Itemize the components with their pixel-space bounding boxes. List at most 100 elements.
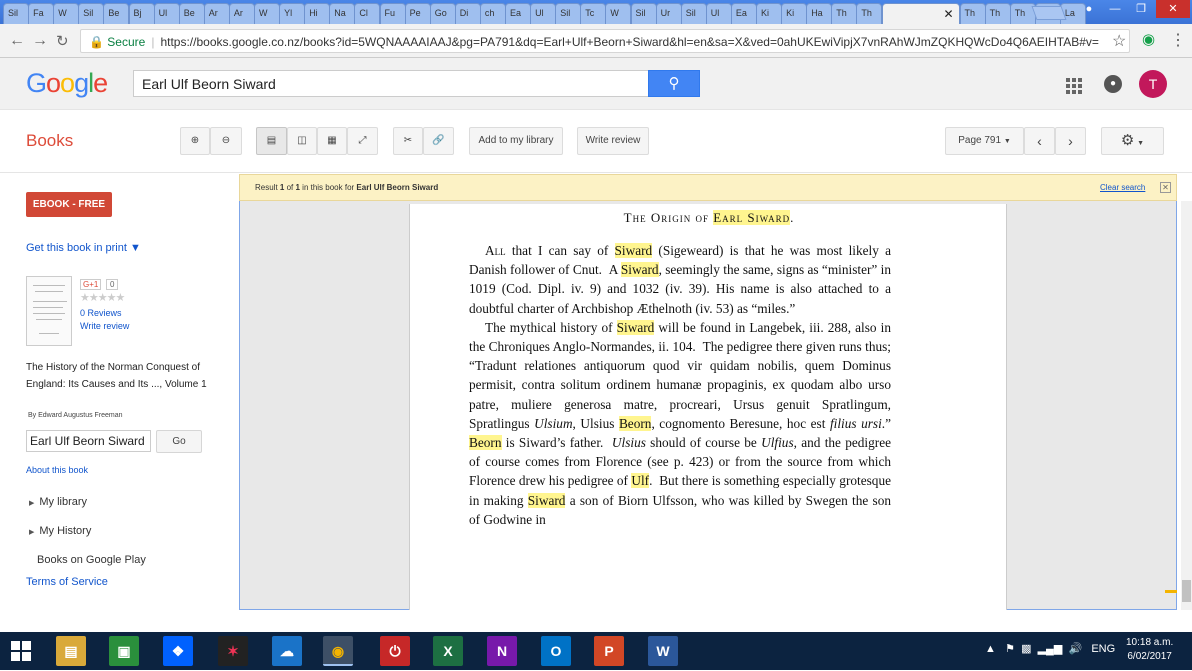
tab[interactable]: Ur [655,3,682,24]
apps-grid-icon[interactable] [1066,78,1082,94]
tab[interactable]: W [605,3,632,24]
clock[interactable]: 10:18 a.m. 6/02/2017 [1126,636,1173,664]
store-icon[interactable]: ▣ [109,636,139,666]
next-page-button[interactable]: › [1055,127,1086,155]
tab[interactable]: Ar [228,3,255,24]
sidebar-item-my-history[interactable]: ▶ My History [29,525,91,537]
tab[interactable]: Go [429,3,456,24]
tray-chevron-icon[interactable]: ▲ [985,643,996,655]
grammarly-extension-icon[interactable]: ◉ [1142,30,1155,48]
reviews-link[interactable]: 0 Reviews [80,308,122,318]
new-tab-button[interactable] [1031,6,1067,20]
about-book-link[interactable]: About this book [26,465,88,475]
system-tray[interactable]: ▲ ⚑ ▩ ▂▄▆ 🔊 ENG [985,642,1115,655]
clip-button[interactable]: ✂ [393,127,423,155]
tab[interactable]: Sil [78,3,105,24]
books-title[interactable]: Books [26,131,73,151]
tab[interactable]: Ea [730,3,757,24]
search-button[interactable]: ⚲ [648,70,700,97]
settings-button[interactable]: ⚙ ▼ [1101,127,1164,155]
tab[interactable]: Th [959,3,986,24]
write-review-link[interactable]: Write review [80,321,129,331]
tab[interactable]: Be [103,3,130,24]
scrollbar-thumb[interactable] [1182,580,1191,602]
onenote-icon[interactable]: N [487,636,517,666]
write-review-button[interactable]: Write review [577,127,649,155]
go-button[interactable]: Go [156,430,202,453]
tab[interactable]: W [53,3,80,24]
tab[interactable]: Hi [304,3,331,24]
clear-search-link[interactable]: Clear search [1100,183,1145,192]
powerpoint-icon[interactable]: P [594,636,624,666]
search-in-book-input[interactable]: Earl Ulf Beorn Siward [26,430,151,452]
books-on-google-play-link[interactable]: Books on Google Play [37,554,146,566]
tab[interactable]: Th [831,3,858,24]
link-button[interactable]: 🔗 [423,127,454,155]
network-icon[interactable]: ▩ [1021,643,1031,655]
close-icon[interactable]: ✕ [1160,182,1171,193]
zoom-out-button[interactable]: ⊖ [210,127,242,155]
avatar[interactable]: T [1139,70,1167,98]
tab[interactable]: Ul [530,3,557,24]
tab[interactable]: Ki [756,3,782,24]
tab[interactable]: Tc [580,3,607,24]
onedrive-icon[interactable]: ☁ [272,636,302,666]
chrome-icon[interactable]: ◉ [323,636,353,666]
tab[interactable]: Ki [781,3,808,24]
tab[interactable]: Be [178,3,205,24]
minimize-icon[interactable]: — [1102,0,1128,18]
google-logo[interactable]: Google [26,68,108,99]
tab[interactable]: Ul [705,3,732,24]
tab[interactable]: Ar [203,3,230,24]
viewer-scrollbar[interactable] [1181,201,1192,610]
tab[interactable]: Sil [630,3,657,24]
volume-icon[interactable]: 🔊 [1068,643,1082,655]
profile-icon[interactable]: ● [1076,0,1102,18]
tab[interactable]: Bj [128,3,155,24]
tab[interactable]: Sil [680,3,707,24]
close-window-icon[interactable]: ✕ [1156,0,1190,18]
tab[interactable]: Ha [806,3,833,24]
single-page-view-button[interactable]: ▤ [256,127,287,155]
page-select[interactable]: Page 791 ▼ [945,127,1024,155]
tab[interactable]: Di [454,3,481,24]
tab[interactable]: Ul [153,3,180,24]
tab[interactable]: Th [984,3,1011,24]
tab[interactable]: Th [856,3,883,24]
maximize-icon[interactable]: ❐ [1128,0,1154,18]
tab[interactable]: Cl [354,3,381,24]
notifications-icon[interactable]: ● [1104,75,1122,93]
tab[interactable]: Sil [3,3,29,24]
get-print-link[interactable]: Get this book in print ▼ [26,242,141,254]
windows-start-icon[interactable] [6,636,36,666]
back-icon[interactable]: ← [9,32,25,50]
url-input[interactable]: 🔒 Secure | https://books.google.co.nz/book… [80,29,1130,53]
tab[interactable]: Ea [505,3,531,24]
tab-active[interactable]: ✕ [881,3,960,24]
book-cover-thumbnail[interactable] [26,276,72,346]
tab[interactable]: ch [479,3,506,24]
signal-icon[interactable]: ▂▄▆ [1038,643,1063,655]
tab[interactable]: Sil [555,3,582,24]
power-app-icon[interactable]: ⏻ [380,636,410,666]
dropbox-icon[interactable]: ❖ [163,636,193,666]
tab[interactable]: Fu [379,3,406,24]
zoom-in-button[interactable]: ⊕ [180,127,210,155]
add-to-library-button[interactable]: Add to my library [469,127,563,155]
outlook-icon[interactable]: O [541,636,571,666]
tab[interactable]: Fa [28,3,55,24]
paint-app-icon[interactable]: ✶ [218,636,248,666]
bookmark-star-icon[interactable]: ☆ [1112,31,1126,51]
two-page-view-button[interactable]: ◫ [287,127,317,155]
tab[interactable]: Pe [404,3,431,24]
google-search-input[interactable]: Earl Ulf Beorn Siward [133,70,649,97]
previous-page-button[interactable]: ‹ [1024,127,1055,155]
word-icon[interactable]: W [648,636,678,666]
reload-icon[interactable]: ↻ [56,32,69,50]
language-indicator[interactable]: ENG [1091,643,1115,655]
fullscreen-button[interactable]: ⤢ [347,127,378,155]
file-explorer-icon[interactable]: ▤ [56,636,86,666]
terms-of-service-link[interactable]: Terms of Service [26,576,108,588]
tab[interactable]: Na [329,3,356,24]
ebook-free-button[interactable]: EBOOK - FREE [26,192,112,217]
